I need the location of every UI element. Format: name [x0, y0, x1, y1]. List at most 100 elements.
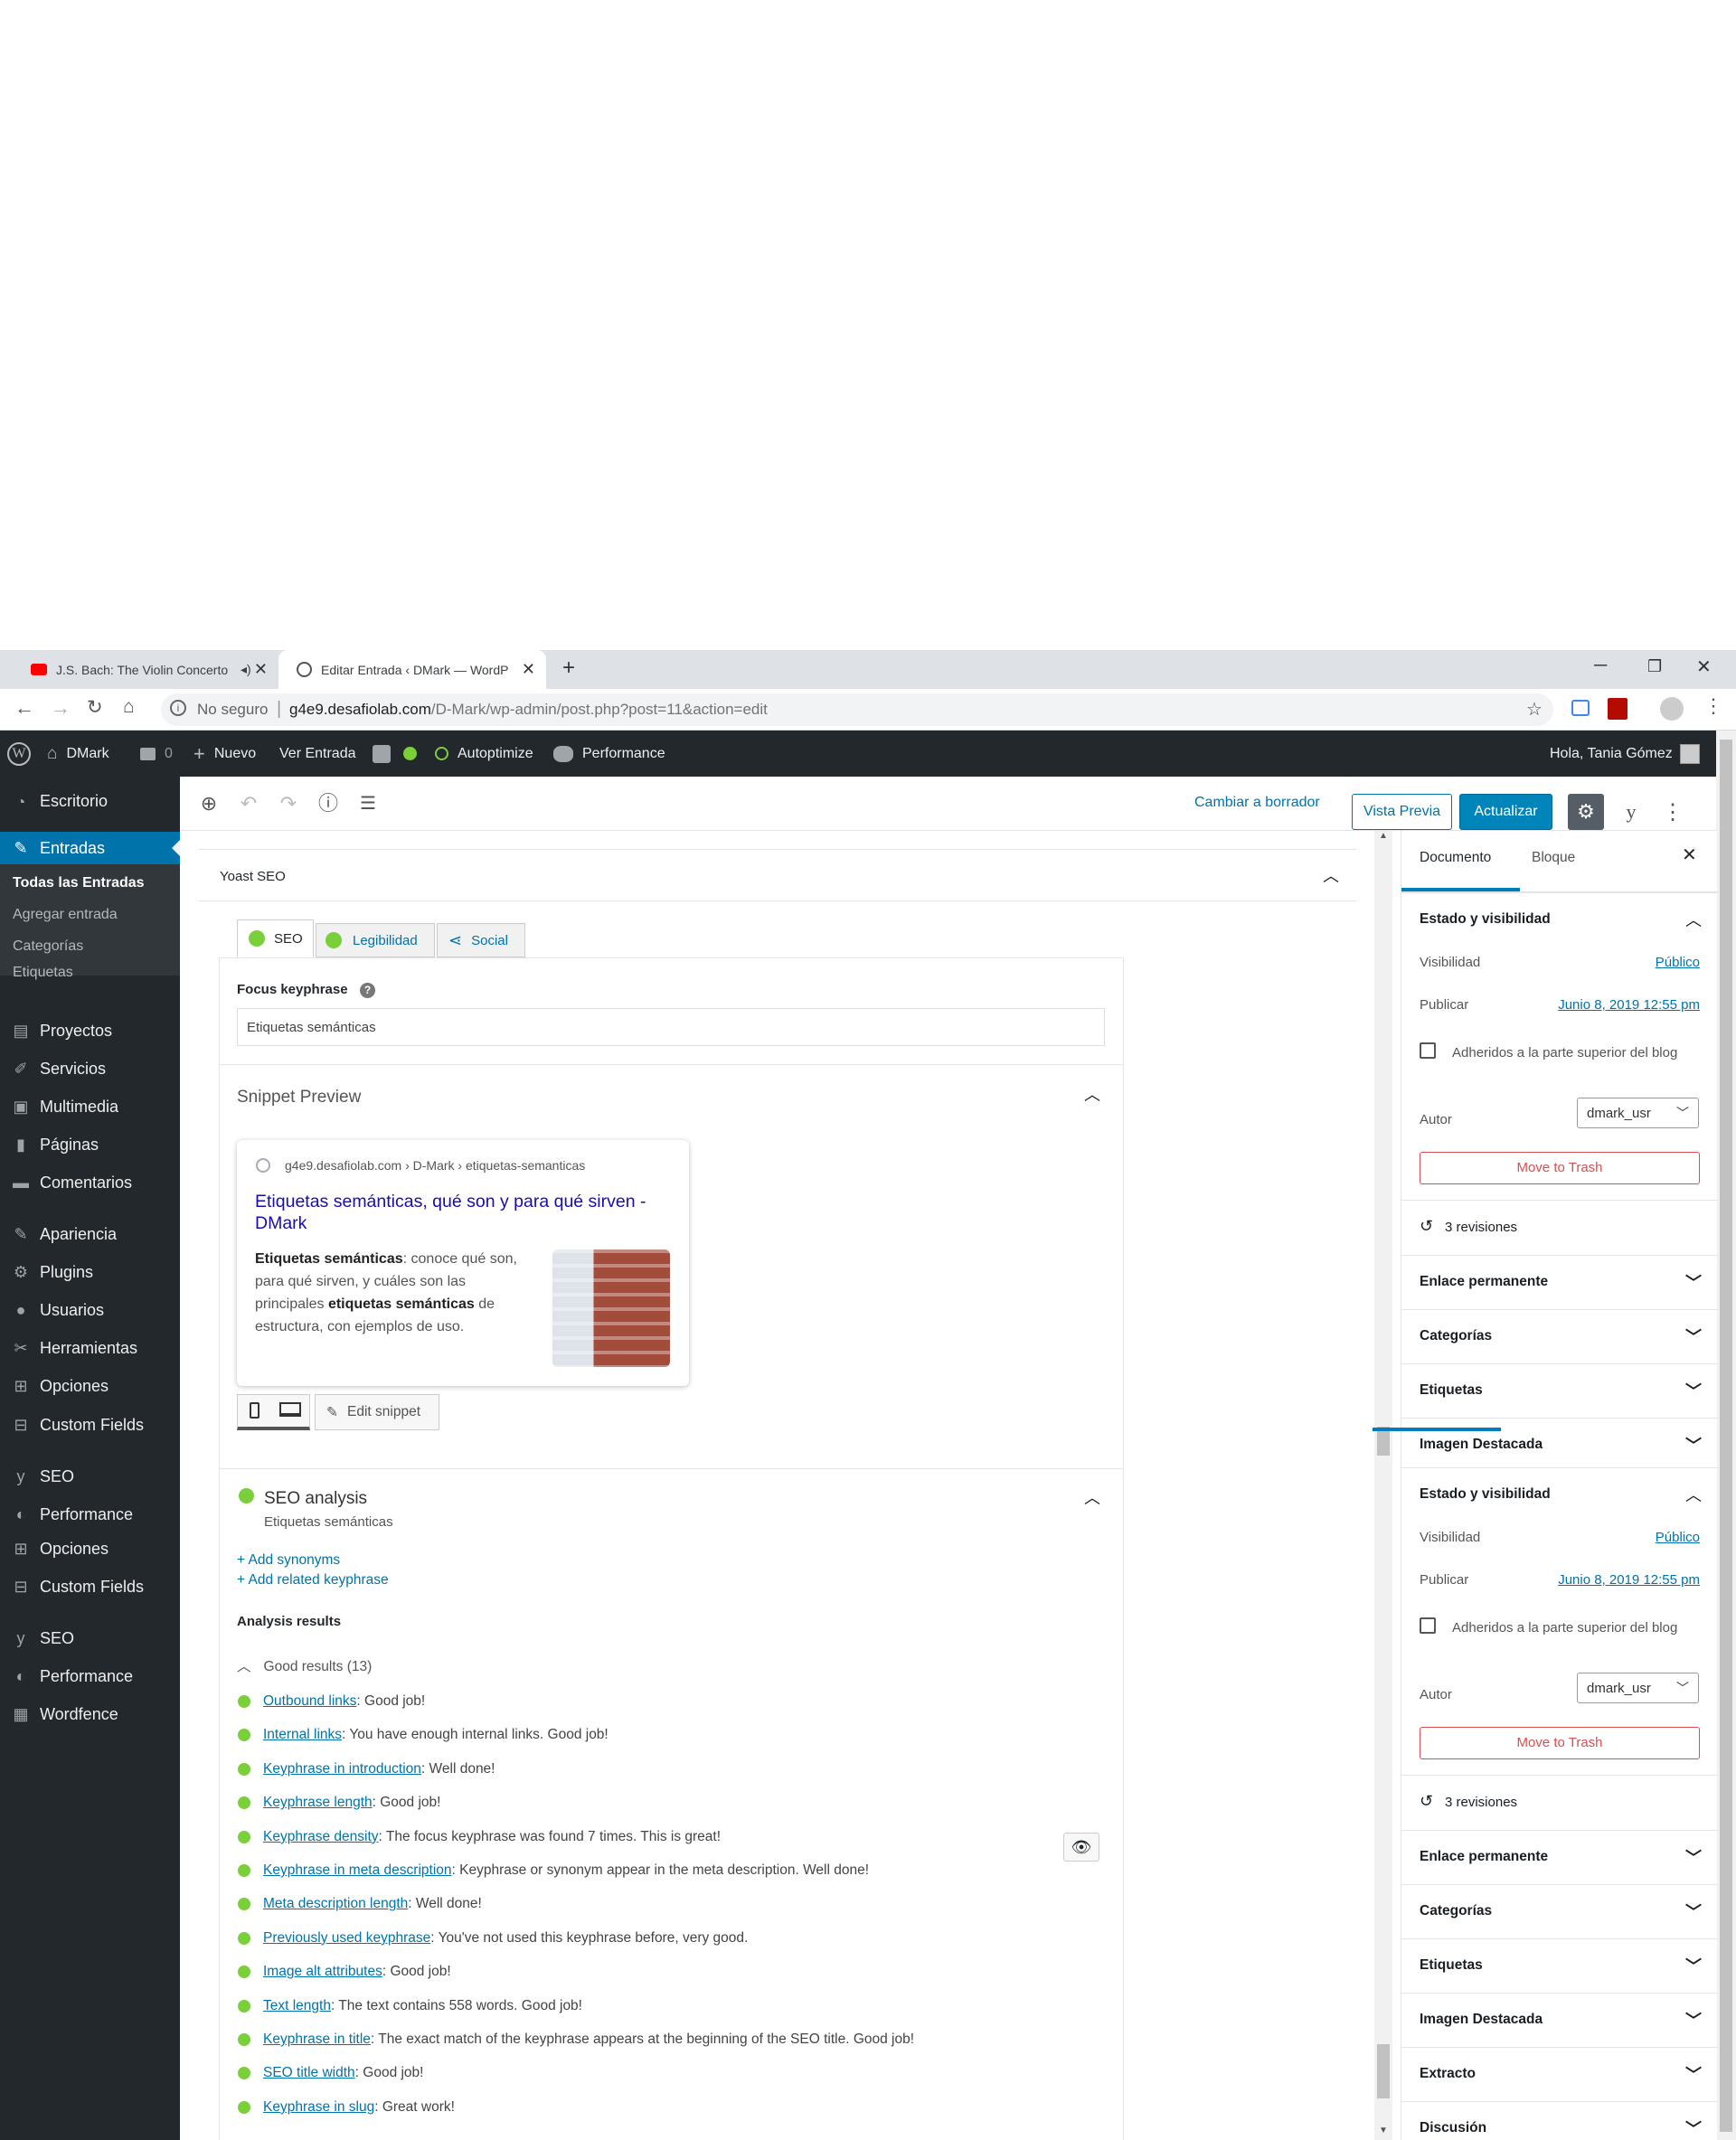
result-link[interactable]: Text length	[263, 1998, 331, 2013]
move-to-trash-button[interactable]: Move to Trash	[1420, 1727, 1700, 1759]
minimize-icon[interactable]: ─	[1594, 655, 1607, 676]
menu-item-p-ginas[interactable]: ▮ Páginas	[0, 1129, 180, 1160]
result-link[interactable]: SEO title width	[263, 2065, 355, 2080]
reload-icon[interactable]: ↻	[87, 696, 103, 719]
menu-item-plugins[interactable]: ⚙ Plugins	[0, 1257, 180, 1287]
menu-item-apariencia[interactable]: ✎ Apariencia	[0, 1219, 180, 1249]
menu-item-proyectos[interactable]: ▤ Proyectos	[0, 1015, 180, 1046]
tab-seo[interactable]: SEO	[237, 919, 314, 957]
result-link[interactable]: Previously used keyphrase	[263, 1930, 430, 1946]
eye-icon[interactable]: 👁	[1063, 1833, 1099, 1862]
desktop-icon[interactable]	[279, 1402, 301, 1417]
focus-keyphrase-input[interactable]: Etiquetas semánticas	[237, 1008, 1105, 1046]
page-scrollbar[interactable]	[1716, 731, 1736, 2140]
settings-gear-icon[interactable]: ⚙	[1568, 794, 1604, 830]
redo-icon[interactable]: ↷	[276, 791, 301, 816]
close-icon[interactable]: ✕	[254, 660, 268, 679]
new-content-link[interactable]: + Nuevo	[193, 731, 256, 777]
menu-item-seo[interactable]: y SEO	[0, 1623, 180, 1654]
field-value-link[interactable]: Junio 8, 2019 12:55 pm	[1558, 1572, 1700, 1588]
menu-item-custom-fields[interactable]: ⊟ Custom Fields	[0, 1571, 180, 1602]
close-sidebar-icon[interactable]: ✕	[1682, 844, 1697, 866]
update-button[interactable]: Actualizar	[1459, 794, 1552, 830]
bookmark-star-icon[interactable]: ☆	[1526, 698, 1543, 721]
undo-icon[interactable]: ↶	[236, 791, 261, 816]
block-navigation-icon[interactable]: ☰	[355, 791, 381, 816]
tab-readability[interactable]: Legibilidad	[316, 923, 435, 957]
wp-logo-icon[interactable]: W	[7, 731, 31, 777]
result-link[interactable]: Meta description length	[263, 1896, 408, 1911]
scroll-down-icon[interactable]: ▼	[1374, 2126, 1392, 2135]
field-value-link[interactable]: Junio 8, 2019 12:55 pm	[1558, 997, 1700, 1013]
browser-tab-youtube[interactable]: J.S. Bach: The Violin Concerto ◂) ✕	[13, 650, 275, 689]
menu-item-herramientas[interactable]: ✂ Herramientas	[0, 1333, 180, 1363]
result-link[interactable]: Keyphrase in meta description	[263, 1862, 452, 1878]
forward-icon[interactable]: →	[51, 696, 71, 720]
categories-panel[interactable]: Categorías ﹀	[1401, 1309, 1718, 1363]
menu-item-opciones[interactable]: ⊞ Opciones	[0, 1371, 180, 1401]
menu-item-seo[interactable]: y SEO	[0, 1461, 180, 1492]
tab-block[interactable]: Bloque	[1532, 850, 1575, 866]
chevron-up-icon[interactable]: ︿	[1685, 908, 1702, 931]
extension-icon[interactable]	[1571, 700, 1590, 716]
seo-status-dot[interactable]	[403, 731, 417, 777]
menu-item-multimedia[interactable]: ▣ Multimedia	[0, 1091, 180, 1122]
author-select[interactable]: dmark_usr ﹀	[1577, 1098, 1699, 1128]
mobile-icon[interactable]	[250, 1402, 259, 1419]
add-synonyms-link[interactable]: + Add synonyms	[237, 1552, 340, 1569]
info-icon[interactable]: ⓘ	[316, 791, 341, 816]
submenu-add-post[interactable]: Agregar entrada	[13, 907, 118, 923]
home-icon[interactable]: ⌂	[123, 696, 135, 718]
scroll-thumb-2[interactable]	[1377, 2044, 1390, 2098]
field-value-link[interactable]: Público	[1656, 955, 1700, 970]
revisions-row[interactable]: ↺ 3 revisiones	[1401, 1775, 1718, 1829]
tab-social[interactable]: ⋖ Social	[437, 923, 525, 957]
scroll-up-icon[interactable]: ▲	[1374, 831, 1392, 841]
featured-image-panel[interactable]: Imagen Destacada ﹀	[1401, 1993, 1718, 2047]
menu-item-opciones[interactable]: ⊞ Opciones	[0, 1533, 180, 1564]
window-close-icon[interactable]: ✕	[1696, 655, 1712, 678]
pdf-extension-icon[interactable]	[1608, 698, 1628, 720]
field-value-link[interactable]: Público	[1656, 1530, 1700, 1545]
result-link[interactable]: Keyphrase in introduction	[263, 1761, 421, 1777]
permalink-panel[interactable]: Enlace permanente ﹀	[1401, 1830, 1718, 1884]
switch-to-draft-button[interactable]: Cambiar a borrador	[1194, 795, 1320, 811]
menu-item-wordfence[interactable]: ▦ Wordfence	[0, 1699, 180, 1730]
back-icon[interactable]: ←	[14, 696, 34, 720]
snippet-headline[interactable]: Etiquetas semánticas, qué son y para qué…	[255, 1191, 671, 1234]
add-block-icon[interactable]: ⊕	[196, 791, 222, 816]
content-scrollbar[interactable]: ▲ ▼	[1374, 831, 1392, 2140]
account-greeting[interactable]: Hola, Tania Gómez	[1550, 731, 1700, 777]
view-post-link[interactable]: Ver Entrada	[279, 731, 356, 777]
menu-item-dashboard[interactable]: ◔ Escritorio	[0, 777, 180, 826]
good-results-toggle[interactable]: ︿ Good results (13)	[237, 1655, 372, 1675]
result-link[interactable]: Image alt attributes	[263, 1964, 382, 1979]
comments-link[interactable]: 0	[140, 731, 173, 777]
profile-icon[interactable]	[1660, 697, 1684, 721]
menu-item-performance[interactable]: ◐ Performance	[0, 1661, 180, 1692]
result-link[interactable]: Keyphrase length	[263, 1795, 373, 1810]
result-link[interactable]: Keyphrase density	[263, 1829, 379, 1844]
panel-title[interactable]: Estado y visibilidad	[1420, 911, 1551, 928]
tags-panel[interactable]: Etiquetas ﹀	[1401, 1363, 1718, 1418]
help-icon[interactable]: ?	[360, 983, 375, 998]
collapse-icon[interactable]: ︿	[1084, 1082, 1100, 1106]
move-to-trash-button[interactable]: Move to Trash	[1420, 1152, 1700, 1184]
submenu-all-posts[interactable]: Todas las Entradas	[13, 875, 145, 891]
result-link[interactable]: Keyphrase in slug	[263, 2099, 374, 2115]
tab-document[interactable]: Documento	[1420, 850, 1491, 866]
result-link[interactable]: Keyphrase in title	[263, 2032, 371, 2047]
address-bar[interactable]: i No seguro | g4e9.desafiolab.com/D-Mark…	[161, 693, 1553, 726]
excerpt-panel[interactable]: Extracto ﹀	[1401, 2047, 1718, 2101]
menu-item-performance[interactable]: ◐ Performance	[0, 1499, 180, 1530]
menu-item-posts[interactable]: ✎ Entradas	[0, 832, 180, 864]
preview-button[interactable]: Vista Previa	[1352, 794, 1452, 830]
collapse-icon[interactable]: ︿	[1084, 1485, 1100, 1509]
permalink-panel[interactable]: Enlace permanente ﹀	[1401, 1255, 1718, 1309]
close-icon[interactable]: ✕	[522, 660, 535, 679]
tags-panel[interactable]: Etiquetas ﹀	[1401, 1938, 1718, 1993]
browser-tab-editar[interactable]: Editar Entrada ‹ DMark — WordP ✕	[278, 650, 546, 689]
page-scroll-thumb[interactable]	[1720, 740, 1732, 2132]
chevron-up-icon[interactable]: ︿	[1685, 1483, 1702, 1506]
categories-panel[interactable]: Categorías ﹀	[1401, 1884, 1718, 1938]
